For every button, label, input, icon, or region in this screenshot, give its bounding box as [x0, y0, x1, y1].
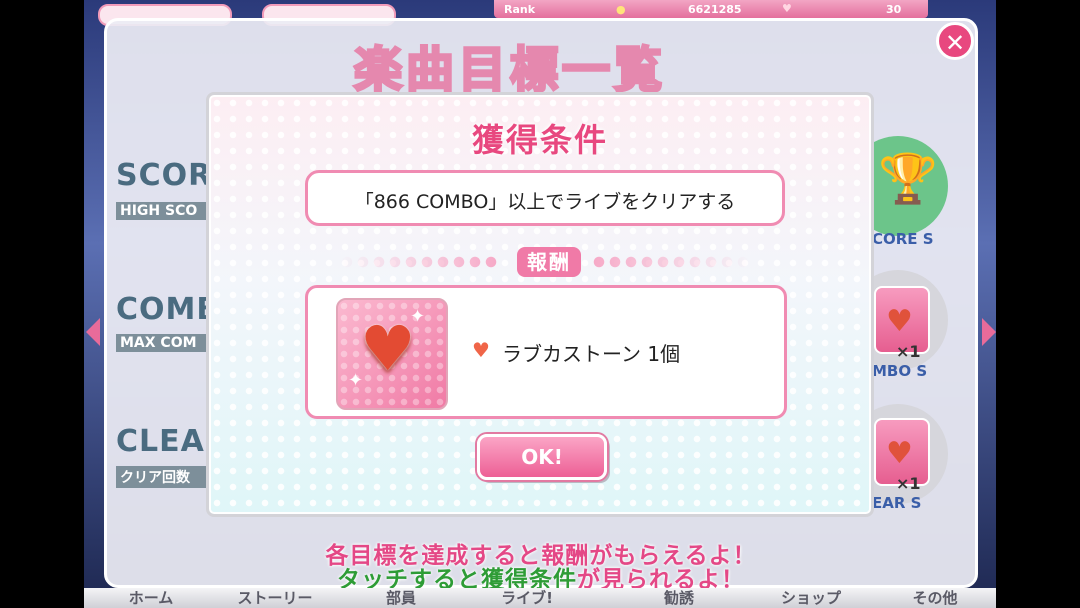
status-bar: Rank ● 6621285 ♥ 30: [494, 0, 928, 18]
bottom-tab-bar: ホーム ストーリー 部員 ライブ! 勧誘 ショップ その他: [84, 588, 996, 608]
condition-text: 「866 COMBO」以上でライブをクリアする: [354, 191, 736, 213]
loveca-heart-icon: ♥: [782, 2, 792, 15]
goals-title: 楽曲目標一覧: [352, 41, 666, 100]
tab-other[interactable]: その他: [880, 588, 990, 608]
reward-box: ✦ ✦ ♥ ♥ ラブカストーン 1個: [305, 285, 787, 419]
reward-header-label: 報酬: [517, 247, 581, 277]
trophy-icon: 🏆: [878, 151, 938, 207]
heart-icon: ♥: [472, 338, 490, 362]
close-button[interactable]: ✕: [936, 22, 974, 60]
goal-combo-subtitle: MAX COM: [116, 334, 216, 352]
goal-clear-subtitle: クリア回数: [116, 466, 216, 488]
goal-combo-title[interactable]: COMB: [116, 292, 220, 327]
reward-item-name: ラブカストーン: [502, 342, 641, 366]
tab-scout[interactable]: 勧誘: [624, 588, 734, 608]
combo-reward-label: MBO S: [872, 362, 928, 380]
dialog-title: 獲得条件: [471, 121, 608, 159]
heart-icon: ♥: [360, 312, 416, 385]
clear-reward-label: EAR S: [872, 494, 922, 512]
goal-score-title[interactable]: SCOR: [116, 158, 212, 193]
goal-score-subtitle: HIGH SCO: [116, 202, 216, 220]
right-arrow-icon[interactable]: [982, 318, 996, 346]
score-reward-label: CORE S: [872, 230, 934, 248]
reward-item-text: ラブカストーン 1個: [502, 338, 680, 367]
loveca-stone-item-icon: ✦ ✦ ♥: [336, 298, 448, 410]
heart-icon: ♥: [886, 304, 913, 339]
tab-members[interactable]: 部員: [346, 588, 456, 608]
clear-reward-count: ×1: [896, 474, 921, 493]
reward-header: 報酬: [209, 247, 871, 277]
tab-shop[interactable]: ショップ: [756, 588, 866, 608]
ok-button[interactable]: OK!: [477, 434, 607, 480]
dots-left-decoration: [339, 255, 499, 269]
dots-right-decoration: [591, 255, 751, 269]
left-arrow-icon[interactable]: [86, 318, 100, 346]
tab-live[interactable]: ライブ!: [472, 588, 582, 608]
close-icon: ✕: [944, 29, 966, 57]
gold-count: 6621285: [688, 3, 742, 16]
condition-box: 「866 COMBO」以上でライブをクリアする: [305, 170, 785, 226]
tab-story[interactable]: ストーリー: [220, 588, 330, 608]
rank-label: Rank: [504, 3, 536, 16]
heart-icon: ♥: [886, 436, 913, 471]
acquisition-condition-dialog: 獲得条件 「866 COMBO」以上でライブをクリアする 報酬 ✦ ✦ ♥ ♥ …: [206, 92, 874, 517]
combo-reward-count: ×1: [896, 342, 921, 361]
gold-icon: ●: [616, 3, 626, 16]
loveca-count: 30: [886, 3, 902, 16]
reward-item-count: 1個: [647, 342, 681, 366]
tab-home[interactable]: ホーム: [96, 588, 206, 608]
